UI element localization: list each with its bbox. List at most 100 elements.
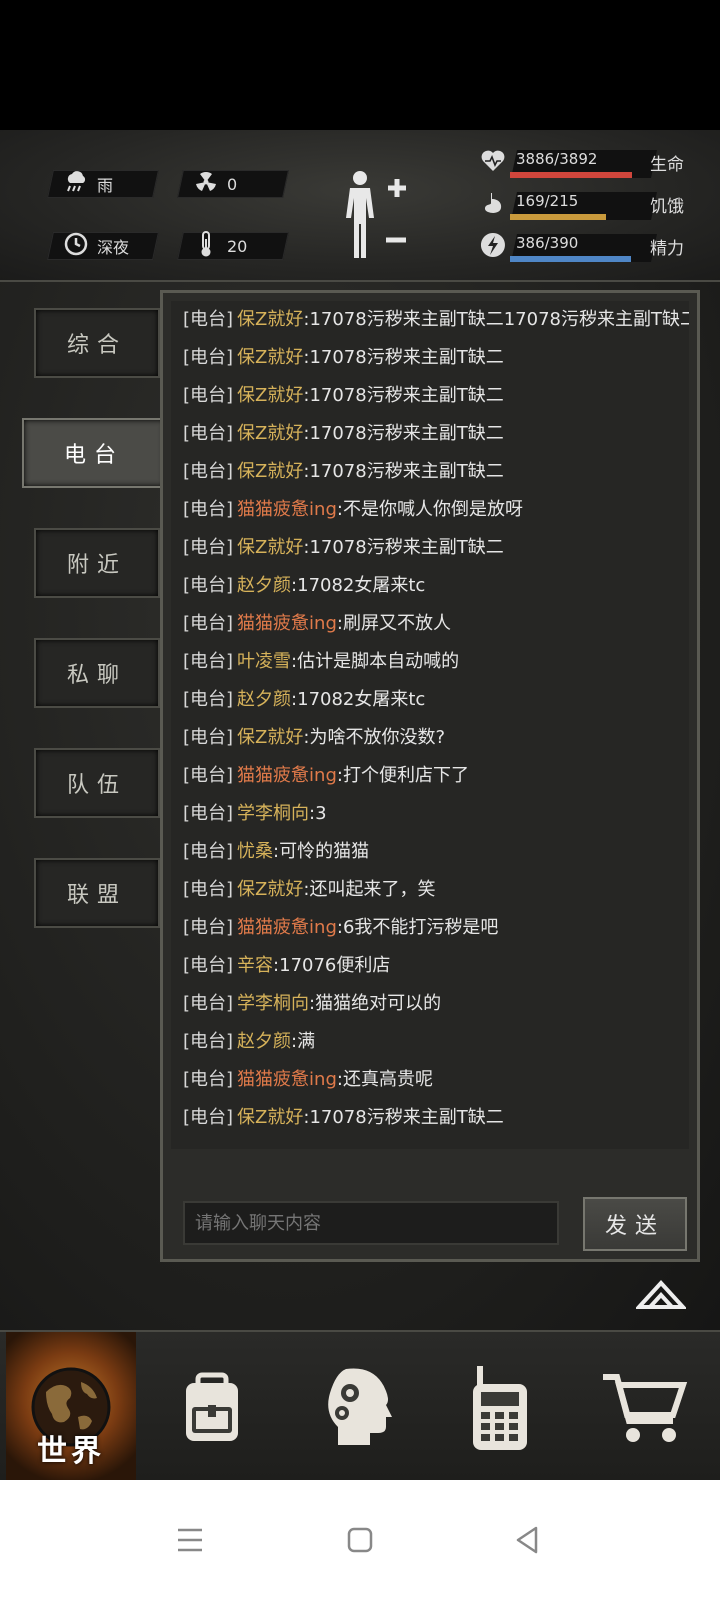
nav-backpack[interactable] (140, 1332, 284, 1482)
chat-message: [电台] 猫猫疲惫ing:不是你喊人你倒是放呀 (171, 491, 689, 529)
chat-message: [电台] 保Z就好:为啥不放你没数? (171, 719, 689, 757)
menu-icon[interactable] (170, 1520, 210, 1560)
cart-icon (603, 1374, 688, 1442)
message-channel: [电台] (183, 803, 234, 824)
chat-message: [电台] 猫猫疲惫ing:6我不能打污秽是吧 (171, 909, 689, 947)
chat-message: [电台] 保Z就好:17078污秽来主副T缺二 (171, 339, 689, 377)
message-sender[interactable]: 辛容 (237, 955, 273, 976)
backpack-icon (186, 1372, 238, 1441)
radiation-value: 0 (227, 174, 238, 194)
message-sender[interactable]: 学李桐向 (237, 803, 309, 824)
chat-message-list[interactable]: [电台] 保Z就好:17078污秽来主副T缺二17078污秽来主副T缺二 [电台] 保… (171, 301, 689, 1149)
message-text: :还真高贵呢 (336, 1069, 433, 1090)
time-of-day-text: 深夜 (97, 238, 130, 257)
message-sender[interactable]: 叶凌雪 (237, 651, 291, 672)
home-icon[interactable] (340, 1520, 380, 1560)
message-sender[interactable]: 猫猫疲惫ing (237, 917, 337, 938)
message-sender[interactable]: 猫猫疲惫ing (237, 1069, 337, 1090)
message-sender[interactable]: 保Z就好 (237, 309, 303, 330)
tab-nearby[interactable]: 附近 (34, 528, 160, 598)
message-channel: [电台] (183, 917, 234, 938)
message-sender[interactable]: 学李桐向 (237, 993, 309, 1014)
message-sender[interactable]: 赵夕颜 (237, 1031, 291, 1052)
status-header: 雨 0 深夜 20 3886/3892 生命 169/215 饥饿 386/39… (0, 130, 720, 282)
tab-alliance-label: 联盟 (66, 883, 127, 908)
message-sender[interactable]: 猫猫疲惫ing (237, 613, 337, 634)
chat-message: [电台] 猫猫疲惫ing:刷屏又不放人 (171, 605, 689, 643)
message-text: :可怜的猫猫 (273, 841, 370, 862)
stat-energy: 386/390 精力 (480, 228, 700, 264)
tab-nearby-label: 附近 (66, 553, 127, 578)
nav-world[interactable]: 世界 (6, 1332, 136, 1482)
message-text: :猫猫绝对可以的 (309, 993, 442, 1014)
message-channel: [电台] (183, 993, 234, 1014)
message-sender[interactable]: 忧桑 (237, 841, 273, 862)
collapse-chevron-icon[interactable] (634, 1280, 688, 1310)
message-sender[interactable]: 保Z就好 (237, 727, 303, 748)
message-text: :17082女屠来tc (291, 575, 426, 596)
chat-message: [电台] 保Z就好:17078污秽来主副T缺二 (171, 415, 689, 453)
character-body-button[interactable] (340, 168, 420, 264)
nav-radio[interactable] (428, 1332, 572, 1482)
chat-message: [电台] 猫猫疲惫ing:打个便利店下了 (171, 757, 689, 795)
tab-team-label: 队伍 (66, 773, 127, 798)
tab-private[interactable]: 私聊 (34, 638, 160, 708)
message-sender[interactable]: 保Z就好 (237, 1107, 303, 1128)
message-sender[interactable]: 猫猫疲惫ing (237, 499, 337, 520)
chat-message: [电台] 赵夕颜:满 (171, 1023, 689, 1061)
message-channel: [电台] (183, 1031, 234, 1052)
message-text: :还叫起来了，笑 (303, 879, 436, 900)
message-text: :满 (291, 1031, 316, 1052)
hunger-label: 饥饿 (650, 197, 684, 217)
message-text: :17078污秽来主副T缺二17078污秽来主副T缺二 (303, 309, 689, 330)
chat-message: [电台] 保Z就好:17078污秽来主副T缺二 (171, 1099, 689, 1137)
weather-text: 雨 (97, 176, 114, 195)
message-sender[interactable]: 保Z就好 (237, 879, 303, 900)
chat-screen: 综合 电台 附近 私聊 队伍 联盟 [电台] 保Z就好:17078污秽来主副T缺二… (0, 282, 720, 1330)
chat-input[interactable] (183, 1201, 559, 1245)
nav-shop[interactable] (572, 1332, 716, 1482)
message-sender[interactable]: 保Z就好 (237, 347, 303, 368)
message-text: :刷屏又不放人 (336, 613, 451, 634)
message-sender[interactable]: 保Z就好 (237, 423, 303, 444)
message-channel: [电台] (183, 537, 234, 558)
stat-hunger: 169/215 饥饿 (480, 186, 700, 222)
message-channel: [电台] (183, 461, 234, 482)
bottom-nav: 世界 (0, 1330, 720, 1482)
chat-message: [电台] 学李桐向:3 (171, 795, 689, 833)
message-sender[interactable]: 猫猫疲惫ing (237, 765, 337, 786)
hunger-bar-fill (510, 214, 606, 220)
message-text: :为啥不放你没数? (303, 727, 446, 748)
tab-alliance[interactable]: 联盟 (34, 858, 160, 928)
chat-input-row: 发送 (183, 1197, 687, 1251)
lightning-icon (480, 232, 506, 258)
chat-message: [电台] 猫猫疲惫ing:还真高贵呢 (171, 1061, 689, 1099)
message-text: :打个便利店下了 (336, 765, 469, 786)
message-channel: [电台] (183, 955, 234, 976)
nav-skills[interactable] (284, 1332, 428, 1482)
message-channel: [电台] (183, 385, 234, 406)
chat-message: [电台] 学李桐向:猫猫绝对可以的 (171, 985, 689, 1023)
radiation-icon (193, 171, 219, 197)
tab-general[interactable]: 综合 (34, 308, 160, 378)
message-sender[interactable]: 保Z就好 (237, 461, 303, 482)
tab-radio[interactable]: 电台 (22, 418, 166, 488)
energy-bar-fill (510, 256, 631, 262)
health-label: 生命 (650, 155, 684, 175)
back-icon[interactable] (508, 1520, 548, 1560)
tab-private-label: 私聊 (66, 663, 127, 688)
body-figure-icon (346, 171, 406, 258)
message-sender[interactable]: 赵夕颜 (237, 689, 291, 710)
send-button[interactable]: 发送 (583, 1197, 687, 1251)
message-channel: [电台] (183, 765, 234, 786)
message-sender[interactable]: 保Z就好 (237, 537, 303, 558)
message-sender[interactable]: 保Z就好 (237, 385, 303, 406)
health-value: 3886/3892 (516, 150, 598, 168)
time-chip: 深夜 (47, 232, 159, 260)
message-channel: [电台] (183, 689, 234, 710)
chat-message: [电台] 保Z就好:17078污秽来主副T缺二 (171, 453, 689, 491)
chat-message: [电台] 忧桑:可怜的猫猫 (171, 833, 689, 871)
message-sender[interactable]: 赵夕颜 (237, 575, 291, 596)
message-text: :估计是脚本自动喊的 (291, 651, 460, 672)
tab-team[interactable]: 队伍 (34, 748, 160, 818)
